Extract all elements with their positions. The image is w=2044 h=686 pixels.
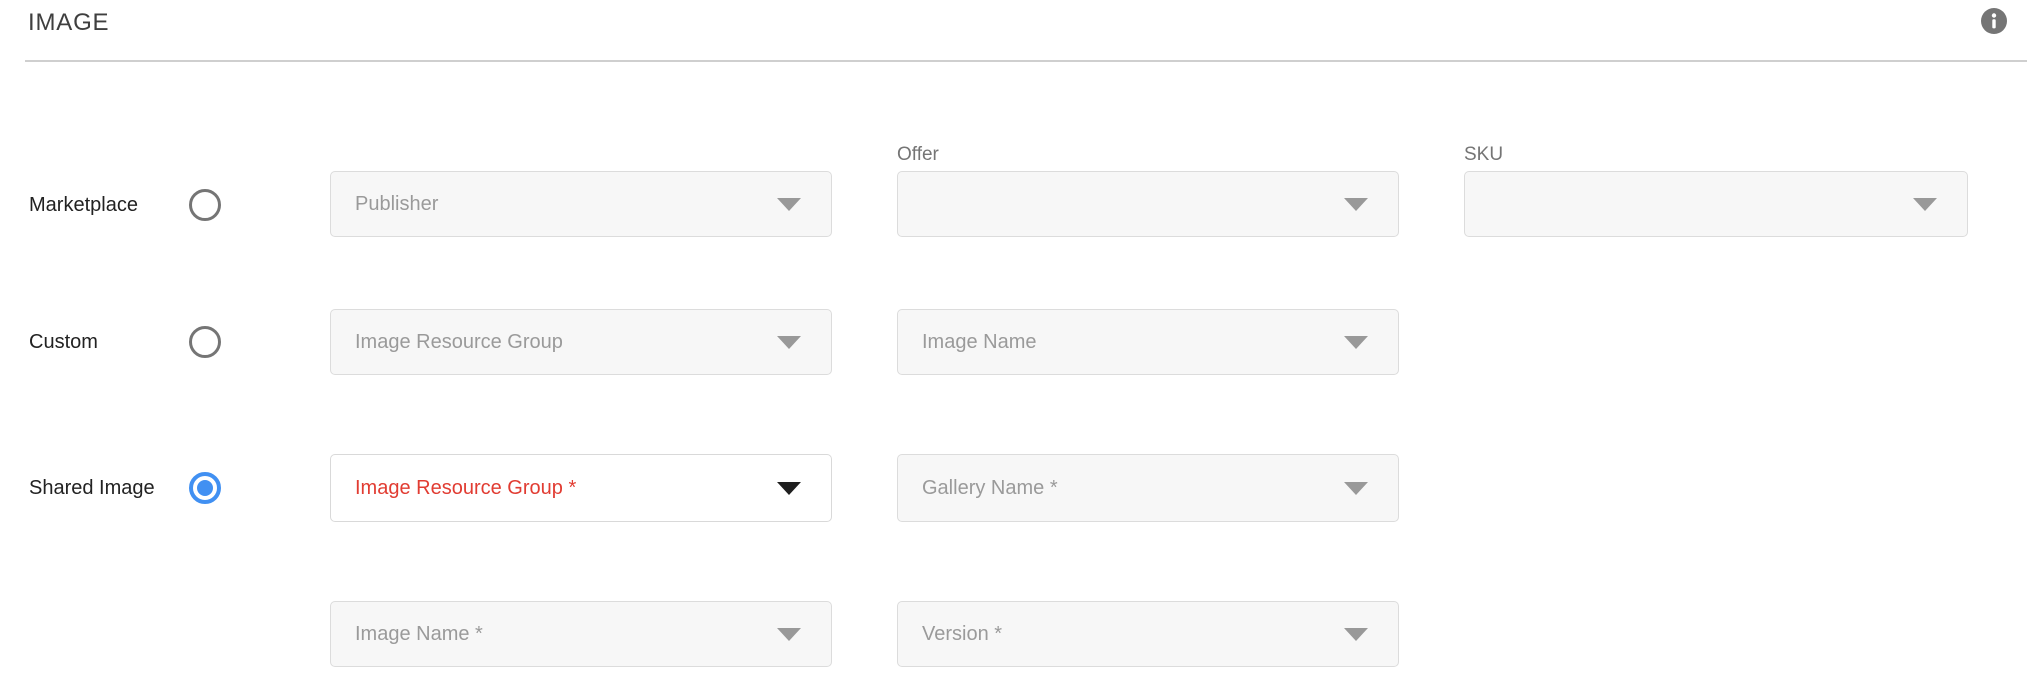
publisher-dropdown[interactable]: Publisher: [330, 171, 832, 237]
custom-image-resource-group-dropdown[interactable]: Image Resource Group: [330, 309, 832, 375]
custom-radio[interactable]: [189, 326, 221, 358]
offer-field-label: Offer: [897, 144, 939, 166]
shared-image-radio[interactable]: [189, 472, 221, 504]
page-title: IMAGE: [28, 9, 109, 37]
version-placeholder: Version *: [922, 623, 1002, 646]
chevron-down-icon: [1344, 628, 1368, 641]
custom-image-name-placeholder: Image Name: [922, 331, 1037, 354]
chevron-down-icon: [777, 628, 801, 641]
header-divider: [25, 60, 2027, 62]
offer-dropdown[interactable]: [897, 171, 1399, 237]
shared-image-resource-group-dropdown[interactable]: Image Resource Group *: [330, 454, 832, 522]
info-icon[interactable]: [1981, 8, 2007, 34]
shared-image-resource-group-placeholder: Image Resource Group *: [355, 477, 576, 500]
chevron-down-icon: [1344, 198, 1368, 211]
chevron-down-icon: [777, 336, 801, 349]
chevron-down-icon: [1344, 482, 1368, 495]
version-dropdown[interactable]: Version *: [897, 601, 1399, 667]
chevron-down-icon: [1344, 336, 1368, 349]
shared-image-name-placeholder: Image Name *: [355, 623, 483, 646]
chevron-down-icon: [777, 482, 801, 495]
gallery-name-dropdown[interactable]: Gallery Name *: [897, 454, 1399, 522]
radio-dot: [197, 480, 213, 496]
custom-image-resource-group-placeholder: Image Resource Group: [355, 331, 563, 354]
sku-field-label: SKU: [1464, 144, 1503, 166]
marketplace-radio[interactable]: [189, 189, 221, 221]
gallery-name-placeholder: Gallery Name *: [922, 477, 1058, 500]
marketplace-option-label: Marketplace: [29, 194, 138, 217]
chevron-down-icon: [777, 198, 801, 211]
custom-option-label: Custom: [29, 331, 98, 354]
shared-image-option-label: Shared Image: [29, 477, 155, 500]
sku-dropdown[interactable]: [1464, 171, 1968, 237]
shared-image-name-dropdown[interactable]: Image Name *: [330, 601, 832, 667]
custom-image-name-dropdown[interactable]: Image Name: [897, 309, 1399, 375]
chevron-down-icon: [1913, 198, 1937, 211]
publisher-dropdown-placeholder: Publisher: [355, 193, 438, 216]
